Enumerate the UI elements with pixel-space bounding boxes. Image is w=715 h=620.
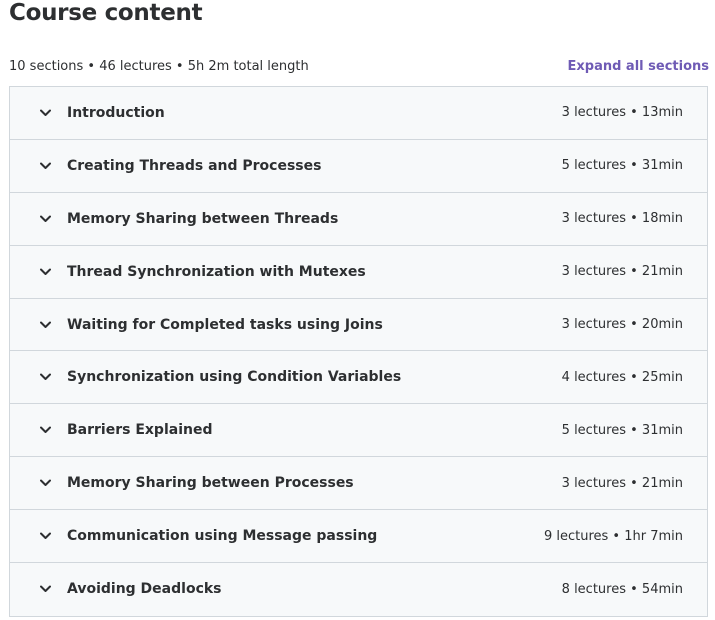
page-title: Course content <box>9 0 203 26</box>
section-title: Avoiding Deadlocks <box>67 581 222 598</box>
section-row[interactable]: Introduction 3 lectures • 13min <box>10 87 707 140</box>
chevron-down-icon <box>38 159 52 173</box>
section-row[interactable]: Memory Sharing between Threads 3 lecture… <box>10 192 707 246</box>
chevron-down-icon <box>38 476 52 490</box>
section-row[interactable]: Avoiding Deadlocks 8 lectures • 54min <box>10 563 707 616</box>
chevron-down-icon <box>38 423 52 437</box>
section-title: Synchronization using Condition Variable… <box>67 369 402 386</box>
section-meta: 4 lectures • 25min <box>561 369 683 385</box>
chevron-down-icon <box>38 529 52 543</box>
chevron-down-icon <box>38 318 52 332</box>
section-meta: 9 lectures • 1hr 7min <box>543 528 683 544</box>
section-meta: 8 lectures • 54min <box>561 581 683 597</box>
section-row[interactable]: Communication using Message passing 9 le… <box>10 510 707 564</box>
section-meta: 5 lectures • 31min <box>561 422 683 438</box>
course-content-panel: Course content 10 sections • 46 lectures… <box>0 0 715 620</box>
section-row[interactable]: Barriers Explained 5 lectures • 31min <box>10 404 707 458</box>
section-meta: 3 lectures • 13min <box>561 105 683 121</box>
section-title: Memory Sharing between Threads <box>67 210 339 227</box>
section-meta: 3 lectures • 21min <box>561 475 683 491</box>
section-title: Creating Threads and Processes <box>67 157 322 174</box>
section-list: Introduction 3 lectures • 13min Creating… <box>9 86 708 617</box>
section-title: Introduction <box>67 104 165 121</box>
section-title: Waiting for Completed tasks using Joins <box>67 316 383 333</box>
section-title: Barriers Explained <box>67 422 213 439</box>
course-summary: 10 sections • 46 lectures • 5h 2m total … <box>9 58 309 74</box>
section-row[interactable]: Memory Sharing between Processes 3 lectu… <box>10 457 707 511</box>
chevron-down-icon <box>38 212 52 226</box>
chevron-down-icon <box>38 582 52 596</box>
chevron-down-icon <box>38 265 52 279</box>
course-summary-row: 10 sections • 46 lectures • 5h 2m total … <box>9 56 709 76</box>
expand-all-sections-button[interactable]: Expand all sections <box>568 59 710 74</box>
chevron-down-icon <box>38 370 52 384</box>
section-title: Communication using Message passing <box>67 528 378 545</box>
section-meta: 3 lectures • 21min <box>561 264 683 280</box>
section-title: Memory Sharing between Processes <box>67 475 354 492</box>
section-row[interactable]: Waiting for Completed tasks using Joins … <box>10 298 707 352</box>
chevron-down-icon <box>38 106 52 120</box>
section-meta: 3 lectures • 18min <box>561 211 683 227</box>
section-row[interactable]: Synchronization using Condition Variable… <box>10 351 707 405</box>
section-meta: 3 lectures • 20min <box>561 317 683 332</box>
section-title: Thread Synchronization with Mutexes <box>67 263 366 280</box>
section-row[interactable]: Thread Synchronization with Mutexes 3 le… <box>10 245 707 299</box>
section-meta: 5 lectures • 31min <box>561 158 683 174</box>
section-row[interactable]: Creating Threads and Processes 5 lecture… <box>10 139 707 193</box>
